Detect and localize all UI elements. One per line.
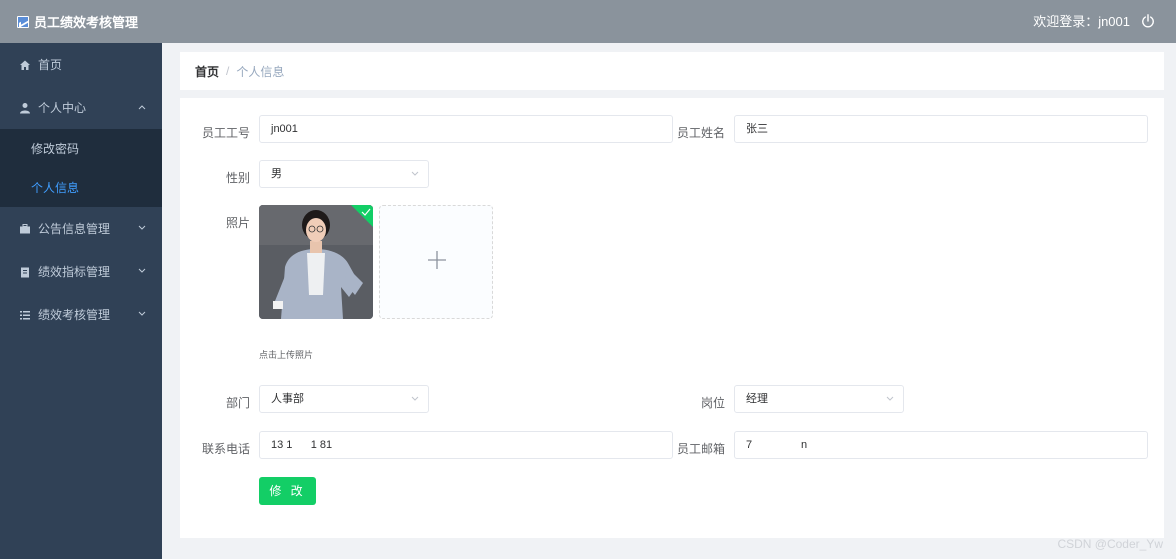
chevron-down-icon (138, 311, 146, 316)
chevron-down-icon (138, 268, 146, 273)
sidebar-item-assessment-management[interactable]: 绩效考核管理 (0, 293, 162, 336)
briefcase-icon (20, 223, 30, 233)
photo-label: 照片 (225, 216, 250, 230)
chart-icon (17, 15, 29, 28)
sidebar-item-change-password[interactable]: 修改密码 (0, 129, 162, 168)
chevron-down-icon (411, 396, 419, 401)
welcome-text: 欢迎登录：jn001 (1033, 14, 1130, 29)
user-icon (20, 102, 30, 113)
app-brand: 员工绩效考核管理 (17, 12, 138, 31)
employee-photo[interactable] (259, 205, 373, 319)
chevron-down-icon (411, 171, 419, 176)
chevron-up-icon (138, 105, 146, 110)
main-content: 首页 / 个人信息 员工工号 jn001 员工姓名 张三 性别 男 照片 点击上… (162, 43, 1176, 559)
department-select-value: 人事部 (271, 393, 304, 405)
sidebar-item-label: 公告信息管理 (38, 222, 111, 236)
sidebar: 首页 个人中心 修改密码 个人信息 公告信息管理 绩效指标管理 绩效考核管理 (0, 43, 162, 559)
employee-id-input[interactable]: jn001 (259, 115, 673, 143)
breadcrumb-home[interactable]: 首页 (195, 63, 219, 80)
sidebar-item-label: 绩效指标管理 (38, 265, 111, 279)
sidebar-item-personal-center[interactable]: 个人中心 (0, 86, 162, 129)
gender-select[interactable]: 男 (259, 160, 429, 188)
employee-name-label: 员工姓名 (676, 126, 725, 140)
sidebar-item-personal-info[interactable]: 个人信息 (0, 168, 162, 207)
sidebar-item-label: 个人中心 (38, 101, 87, 115)
position-label: 岗位 (700, 396, 725, 410)
sidebar-item-label: 绩效考核管理 (38, 308, 111, 322)
power-icon[interactable] (1141, 13, 1155, 28)
position-select[interactable]: 经理 (734, 385, 904, 413)
clipboard-icon (21, 267, 29, 277)
sidebar-item-notice-management[interactable]: 公告信息管理 (0, 207, 162, 250)
update-button[interactable]: 修 改 (259, 477, 316, 505)
check-icon (351, 205, 373, 227)
photo-upload-button[interactable] (379, 205, 493, 319)
plus-icon (428, 251, 446, 269)
department-label: 部门 (225, 396, 250, 410)
gender-select-value: 男 (271, 168, 282, 180)
watermark: CSDN @Coder_Yw (1057, 537, 1163, 551)
employee-name-input[interactable]: 张三 (734, 115, 1148, 143)
phone-input[interactable]: 13 1 1 81 (259, 431, 673, 459)
gender-label: 性别 (225, 171, 250, 185)
chevron-down-icon (138, 225, 146, 230)
breadcrumb-separator: / (226, 64, 230, 78)
email-input[interactable]: 7 n (734, 431, 1148, 459)
user-area: 欢迎登录：jn001 (1033, 11, 1155, 30)
personal-info-form: 员工工号 jn001 员工姓名 张三 性别 男 照片 点击上传照片 部门 人事部… (180, 98, 1164, 538)
sidebar-item-label: 首页 (38, 58, 63, 72)
top-bar: 员工绩效考核管理 欢迎登录：jn001 (0, 0, 1176, 43)
home-icon (20, 60, 30, 70)
sidebar-item-kpi-management[interactable]: 绩效指标管理 (0, 250, 162, 293)
employee-id-label: 员工工号 (201, 126, 250, 140)
breadcrumb: 首页 / 个人信息 (180, 52, 1164, 90)
upload-hint: 点击上传照片 (259, 350, 314, 360)
position-select-value: 经理 (746, 393, 768, 405)
email-label: 员工邮箱 (676, 442, 725, 456)
phone-label: 联系电话 (201, 442, 250, 456)
sidebar-item-home[interactable]: 首页 (0, 43, 162, 86)
list-icon (20, 310, 30, 319)
breadcrumb-current: 个人信息 (236, 64, 285, 79)
chevron-down-icon (886, 396, 894, 401)
app-title: 员工绩效考核管理 (34, 15, 139, 30)
department-select[interactable]: 人事部 (259, 385, 429, 413)
